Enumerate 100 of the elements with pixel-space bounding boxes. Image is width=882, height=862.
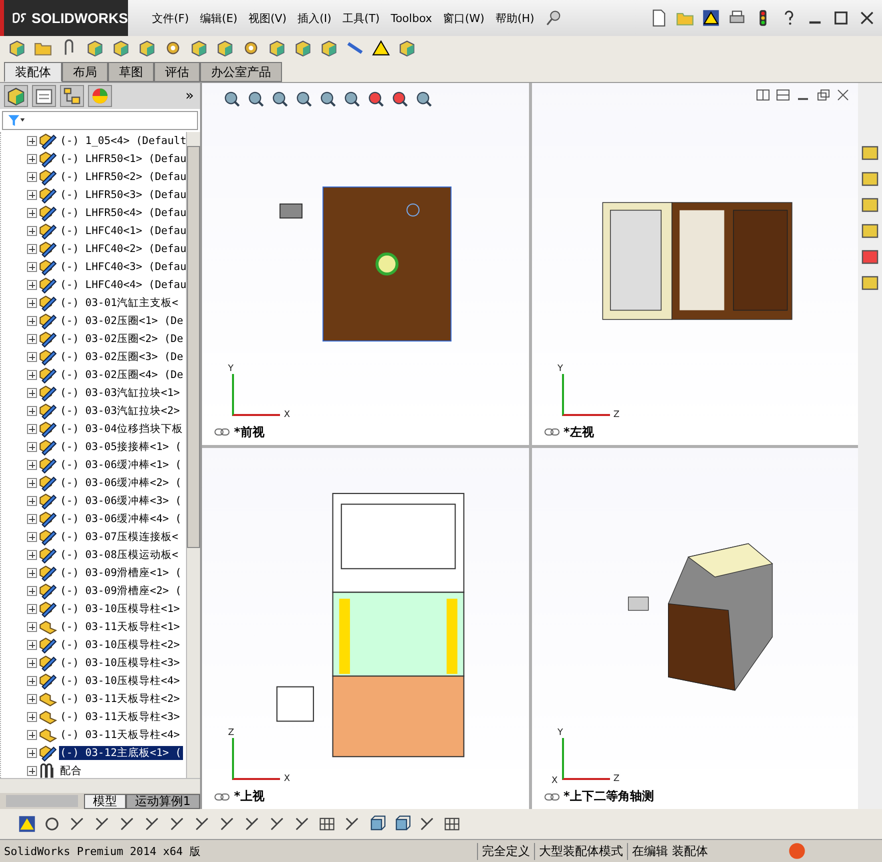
tree-item[interactable]: (-) 03-10压模导柱<1>	[59, 602, 181, 616]
tree-item[interactable]: (-) 03-10压模导柱<3>	[59, 656, 181, 670]
split-icon[interactable]	[756, 89, 770, 101]
viewport[interactable]: Y Z *左视	[532, 83, 858, 444]
sketch-grid-icon[interactable]	[318, 815, 336, 833]
menu-item[interactable]: 工具(T)	[342, 10, 380, 26]
close-icon[interactable]	[836, 89, 850, 101]
tree-item[interactable]: 配合	[59, 764, 83, 778]
part-icon	[39, 258, 57, 276]
warn-tool-icon[interactable]	[372, 39, 390, 57]
sketch-cube-icon[interactable]	[368, 815, 386, 833]
axis-label: Y	[558, 364, 563, 374]
tree-item[interactable]: (-) 03-06缓冲棒<2> (	[59, 476, 183, 490]
assembly-icon	[39, 708, 57, 726]
part-icon	[39, 348, 57, 366]
tree-item[interactable]: (-) 03-01汽缸主支板<	[59, 296, 180, 310]
tree-item[interactable]: (-) 03-10压模导柱<4>	[59, 674, 181, 688]
horizontal-scrollbar[interactable]	[0, 778, 200, 793]
part-icon	[39, 330, 57, 348]
feature-manager-tab-icon[interactable]	[4, 85, 28, 107]
tree-item[interactable]: (-) LHFR50<1> (Defau	[59, 153, 186, 165]
sketch-table-icon[interactable]	[443, 815, 461, 833]
command-tab[interactable]: 装配体	[4, 62, 62, 82]
view-zoom-icon[interactable]	[222, 89, 240, 107]
tree-item[interactable]: (-) 03-06缓冲棒<3> (	[59, 494, 183, 508]
warning-icon[interactable]	[18, 815, 36, 833]
cube-tool-icon[interactable]	[8, 39, 26, 57]
gear-tool-icon[interactable]	[164, 39, 182, 57]
vertical-scrollbar[interactable]	[186, 132, 200, 778]
viewport[interactable]: Z X *上视	[202, 448, 528, 809]
menu-item[interactable]: 文件(F)	[152, 10, 189, 26]
tree-item[interactable]: (-) 03-02压圈<3> (De	[59, 350, 184, 364]
sketch-circle-icon[interactable]	[43, 815, 61, 833]
tree-item[interactable]: (-) 03-03汽缸拉块<1>	[59, 386, 181, 400]
part-icon	[39, 492, 57, 510]
axis-label: Y	[558, 728, 563, 738]
restore-icon[interactable]	[816, 89, 830, 101]
tree-item[interactable]: (-) 03-02压圈<1> (De	[59, 314, 184, 328]
command-tab[interactable]: 草图	[108, 62, 154, 82]
filter-icon[interactable]	[6, 114, 26, 127]
tree-item[interactable]: (-) LHFC40<3> (Defau	[59, 261, 186, 273]
close-icon[interactable]	[858, 9, 876, 27]
sketch-cube-icon[interactable]	[393, 815, 411, 833]
tree-item[interactable]: (-) 03-02压圈<2> (De	[59, 332, 184, 346]
tree-item[interactable]: (-) 03-11天板导柱<4>	[59, 728, 181, 742]
tree-item[interactable]: (-) 03-07压模连接板<	[59, 530, 180, 544]
tree-item[interactable]: (-) LHFR50<4> (Defau	[59, 207, 186, 219]
link-icon	[544, 792, 560, 802]
tree-item[interactable]: (-) LHFC40<2> (Defau	[59, 243, 186, 255]
link-icon	[214, 792, 230, 802]
tree-item[interactable]: (-) LHFR50<2> (Defau	[59, 171, 186, 183]
model-tab[interactable]: 运动算例1	[126, 794, 200, 808]
viewport[interactable]: Y X *前视	[202, 83, 528, 444]
new-document-icon[interactable]	[650, 9, 668, 27]
menu-item[interactable]: 视图(V)	[248, 10, 287, 26]
menu-item[interactable]: 编辑(E)	[200, 10, 238, 26]
menu-item[interactable]: Toolbox	[390, 12, 432, 24]
part-icon	[39, 204, 57, 222]
menu-item[interactable]: 窗口(W)	[442, 10, 484, 26]
more-tabs-button[interactable]: »	[185, 88, 200, 104]
tree-item[interactable]: (-) 03-02压圈<4> (De	[59, 368, 184, 382]
menu-item[interactable]: 插入(I)	[298, 10, 332, 26]
command-tab[interactable]: 评估	[154, 62, 200, 82]
command-tab[interactable]: 办公室产品	[200, 62, 282, 82]
tree-item[interactable]: (-) 03-03汽缸拉块<2>	[59, 404, 181, 418]
tree-item[interactable]: (-) LHFC40<1> (Defau	[59, 225, 186, 237]
axis-label: Z	[228, 728, 234, 738]
tree-item[interactable]: (-) LHFC40<4> (Defau	[59, 279, 186, 291]
scroll-thumb[interactable]	[187, 146, 200, 548]
viewport[interactable]: Y X Z *上下二等角轴测	[532, 448, 858, 809]
tree-item[interactable]: (-) 03-06缓冲棒<4> (	[59, 512, 183, 526]
maximize-icon[interactable]	[832, 9, 850, 27]
view-zoom-icon[interactable]	[246, 89, 264, 107]
tree-item[interactable]: (-) LHFR50<3> (Defau	[59, 189, 186, 201]
tree-item[interactable]: (-) 03-09滑槽座<2> (	[59, 584, 183, 598]
property-manager-tab-icon[interactable]	[32, 85, 56, 107]
model-tab[interactable]: 模型	[84, 794, 126, 808]
tree-item[interactable]: (-) 03-11天板导柱<1>	[59, 620, 181, 634]
tree-item[interactable]: (-) 03-08压模运动板<	[59, 548, 180, 562]
menu-item[interactable]: 帮助(H)	[495, 10, 534, 26]
warning-icon[interactable]	[702, 9, 720, 27]
gear-tool-icon[interactable]	[242, 39, 260, 57]
configuration-tab-icon[interactable]	[60, 85, 84, 107]
tree-item[interactable]: (-) 03-04位移挡块下板	[59, 422, 184, 436]
tree-item[interactable]: (-) 03-11天板导柱<2>	[59, 692, 181, 706]
tree-item[interactable]: (-) 03-09滑槽座<1> (	[59, 566, 183, 580]
ruler-tool-icon[interactable]	[346, 39, 364, 57]
input-method-icon[interactable]	[788, 842, 806, 860]
command-tab[interactable]: 布局	[62, 62, 108, 82]
tree-item[interactable]: (-) 03-11天板导柱<3>	[59, 710, 181, 724]
tree-item[interactable]: (-) 03-10压模导柱<2>	[59, 638, 181, 652]
split-icon[interactable]	[776, 89, 790, 101]
part-icon	[39, 420, 57, 438]
tree-item[interactable]: (-) 03-12主底板<1> (	[59, 746, 183, 760]
tree-item[interactable]: (-) 03-05接接棒<1> (	[59, 440, 183, 454]
tree-item[interactable]: (-) 03-06缓冲棒<1> (	[59, 458, 183, 472]
part-icon	[39, 438, 57, 456]
appearance-tab-icon[interactable]	[88, 85, 112, 107]
tree-item[interactable]: (-) 1_05<4> (Default	[59, 135, 186, 147]
logo-mark-icon	[12, 10, 28, 26]
